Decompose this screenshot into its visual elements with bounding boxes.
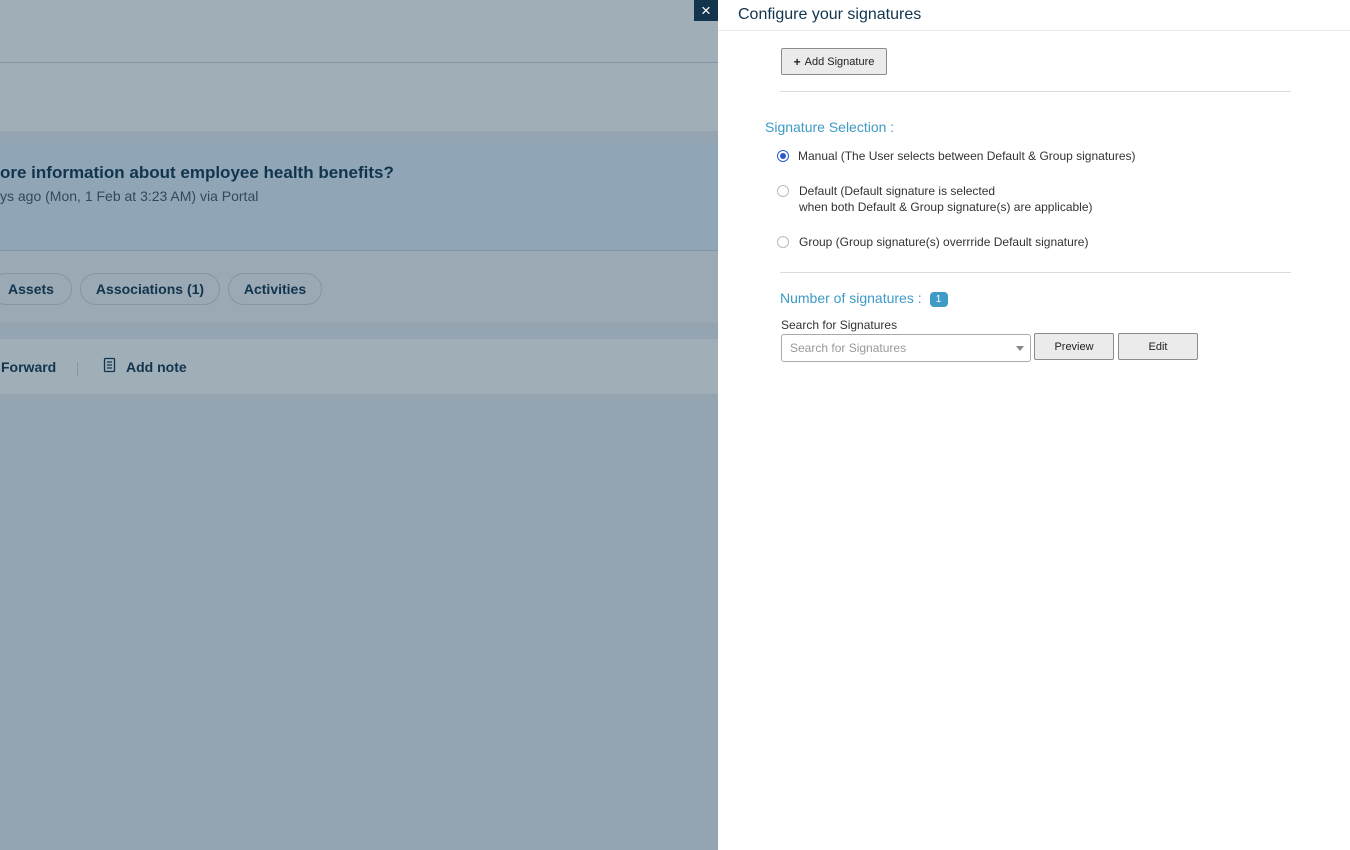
radio-default-label: Default (Default signature is selected w…: [799, 183, 1093, 215]
number-of-signatures-label: Number of signatures : 1: [780, 290, 948, 307]
radio-default-line2: when both Default & Group signature(s) a…: [799, 200, 1093, 214]
panel-header: Configure your signatures: [718, 0, 1350, 31]
add-signature-label: Add Signature: [804, 55, 875, 68]
radio-button[interactable]: [777, 185, 789, 197]
divider: [780, 91, 1291, 92]
edit-button[interactable]: Edit: [1118, 333, 1198, 360]
add-signature-button[interactable]: + Add Signature: [781, 48, 887, 75]
search-signatures-label: Search for Signatures: [781, 318, 898, 332]
radio-default[interactable]: Default (Default signature is selected w…: [777, 183, 1093, 215]
panel-title: Configure your signatures: [738, 6, 922, 23]
background-ticket-page: ore information about employee health be…: [0, 0, 718, 850]
search-signatures-placeholder: Search for Signatures: [790, 341, 907, 355]
modal-overlay[interactable]: [0, 0, 718, 850]
preview-button[interactable]: Preview: [1034, 333, 1114, 360]
number-of-signatures-text: Number of signatures :: [780, 290, 922, 306]
signature-count-badge: 1: [929, 292, 948, 307]
chevron-down-icon: [1016, 346, 1024, 351]
radio-group[interactable]: Group (Group signature(s) overrride Defa…: [777, 234, 1088, 250]
close-icon[interactable]: ×: [694, 0, 718, 21]
radio-button[interactable]: [777, 150, 789, 162]
signature-selection-label: Signature Selection :: [765, 119, 895, 135]
plus-icon: +: [793, 54, 801, 69]
configure-signatures-panel: Configure your signatures + Add Signatur…: [718, 0, 1350, 850]
divider: [780, 272, 1291, 273]
radio-button[interactable]: [777, 236, 789, 248]
radio-manual-label: Manual (The User selects between Default…: [798, 149, 1136, 163]
radio-default-line1: Default (Default signature is selected: [799, 184, 996, 198]
search-signatures-select[interactable]: Search for Signatures: [781, 334, 1031, 362]
radio-group-label: Group (Group signature(s) overrride Defa…: [799, 235, 1089, 249]
radio-manual[interactable]: Manual (The User selects between Default…: [777, 148, 1136, 164]
